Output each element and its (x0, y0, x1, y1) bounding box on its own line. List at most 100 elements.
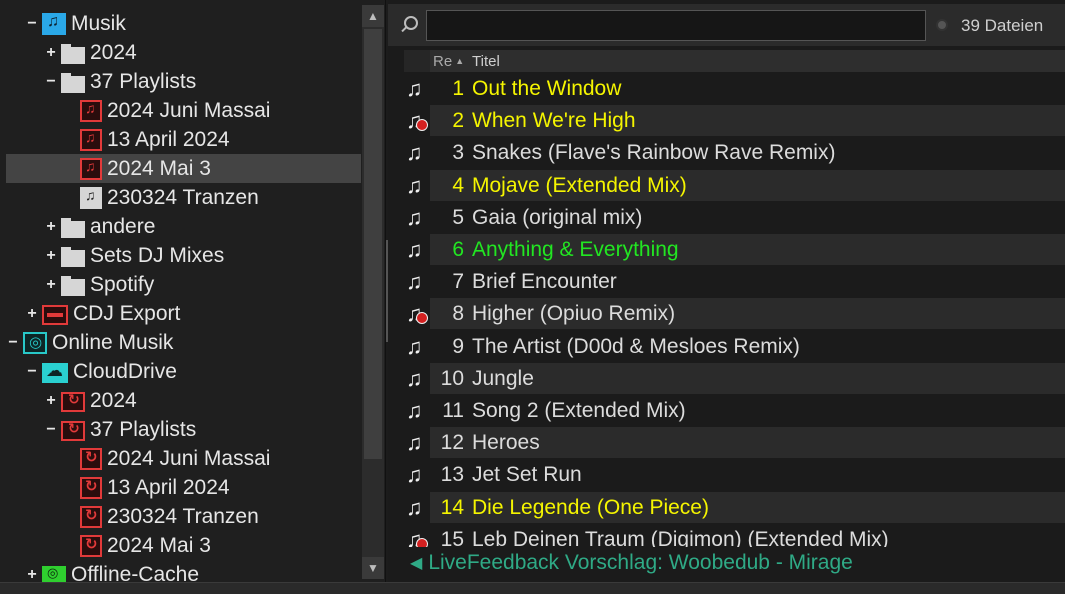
expand-icon[interactable]: + (44, 218, 58, 236)
sync-playlist-icon (80, 534, 102, 557)
track-title: Out the Window (472, 77, 622, 100)
tree-item[interactable]: + CDJ Export (6, 299, 361, 328)
expand-icon[interactable]: + (44, 44, 58, 62)
track-title: Brief Encounter (472, 270, 617, 294)
music-note-icon: ♫ (406, 172, 423, 198)
track-number: 7 (452, 270, 464, 294)
music-note-icon: ♫ (404, 427, 430, 458)
track-row[interactable]: ♫ 6 Anything & Everything (404, 234, 1065, 265)
track-row[interactable]: ♫ 2 When We're High (404, 105, 1065, 137)
expand-icon[interactable]: + (44, 392, 58, 410)
track-row[interactable]: ♫ 3 Snakes (Flave's Rainbow Rave Remix) (404, 137, 1065, 168)
folder-tree: − Musik +2024 − 37 Playlists 2024 Juni Massai… (6, 0, 361, 582)
music-note-icon: ♫ (404, 459, 430, 490)
tree-item[interactable]: − 37 Playlists (6, 415, 361, 444)
track-number: 2 (430, 105, 470, 137)
music-note-icon: ♫ (404, 492, 430, 523)
tree-item-label: 2024 Mai 3 (107, 533, 211, 557)
tree-item[interactable]: − CloudDrive (6, 357, 361, 386)
scrollbar-thumb[interactable] (364, 29, 382, 459)
track-row[interactable]: ♫ 11 Song 2 (Extended Mix) (404, 395, 1065, 426)
tree-item-label: andere (90, 214, 156, 238)
music-note-icon: ♫ (406, 333, 423, 359)
search-input[interactable] (426, 10, 926, 41)
track-title: When We're High (470, 105, 1065, 137)
tree-item-label: 230324 Tranzen (107, 185, 259, 209)
collapse-icon[interactable]: − (25, 363, 39, 381)
track-row[interactable]: ♫ 7 Brief Encounter (404, 266, 1065, 297)
track-row[interactable]: ♫ 15 Leb Deinen Traum (Digimon) (Extended … (404, 524, 1065, 547)
collapse-icon[interactable]: − (25, 15, 39, 33)
online-track-icon: ♫ (404, 298, 430, 329)
music-note-icon: ♫ (406, 140, 423, 166)
folder-tree-panel: − Musik +2024 − 37 Playlists 2024 Juni Massai… (0, 0, 386, 582)
music-note-icon: ♫ (404, 395, 430, 426)
expand-icon[interactable]: + (25, 305, 39, 323)
collapse-icon[interactable]: − (6, 334, 20, 352)
tree-item-label: Spotify (90, 272, 155, 296)
online-globe-icon (416, 312, 428, 325)
track-title: Jungle (470, 362, 1065, 394)
track-number: 11 (442, 399, 464, 422)
tree-item[interactable]: + andere (6, 212, 361, 241)
tree-item[interactable]: 230324 Tranzen (6, 183, 361, 212)
column-header-nr[interactable]: Re ▲ (430, 53, 470, 70)
track-number: 12 (430, 427, 470, 459)
tree-scrollbar[interactable]: ▲ ▼ (362, 5, 384, 579)
tree-item[interactable]: + Sets DJ Mixes (6, 241, 361, 270)
track-row[interactable]: ♫ 13 Jet Set Run (404, 459, 1065, 490)
expand-icon[interactable]: + (44, 276, 58, 294)
tree-item[interactable]: 2024 Mai 3 (6, 531, 361, 560)
track-row[interactable]: ♫ 12 Heroes (404, 427, 1065, 459)
column-header: Re ▲ Titel (404, 50, 1065, 72)
scroll-up-icon[interactable]: ▲ (362, 5, 384, 27)
tree-item[interactable]: +2024 (6, 386, 361, 415)
tree-item[interactable]: +2024 (6, 38, 361, 67)
track-row[interactable]: ♫ 10 Jungle (404, 362, 1065, 394)
music-note-icon: ♫ (406, 204, 423, 230)
tree-item-label: Offline-Cache (71, 562, 200, 583)
tree-item[interactable]: 2024 Juni Massai (6, 96, 361, 125)
tree-item[interactable]: + Spotify (6, 270, 361, 299)
track-title: The Artist (D00d & Mesloes Remix) (472, 334, 800, 358)
tree-item[interactable]: − Online Musik (6, 328, 361, 357)
expand-icon[interactable]: + (25, 566, 39, 583)
tree-item[interactable]: 2024 Juni Massai (6, 444, 361, 473)
scroll-down-icon[interactable]: ▼ (362, 557, 384, 579)
column-header-title[interactable]: Titel (470, 53, 500, 70)
track-row[interactable]: ♫ 5 Gaia (original mix) (404, 202, 1065, 233)
tree-item[interactable]: 230324 Tranzen (6, 502, 361, 531)
track-number: 10 (430, 362, 470, 394)
collapse-icon[interactable]: − (44, 73, 58, 91)
music-note-icon: ♫ (406, 237, 423, 262)
sync-playlist-icon (80, 476, 102, 499)
track-number: 1 (452, 77, 464, 100)
tree-item[interactable]: 13 April 2024 (6, 473, 361, 502)
tree-item[interactable]: − 37 Playlists (6, 67, 361, 96)
search-icon[interactable] (398, 14, 420, 36)
tree-item-label: CDJ Export (73, 301, 181, 325)
expand-icon[interactable]: + (44, 247, 58, 265)
tree-item[interactable]: 2024 Mai 3 (6, 154, 361, 183)
track-row[interactable]: ♫ 1 Out the Window (404, 73, 1065, 104)
sync-playlist-icon (80, 505, 102, 528)
music-note-icon: ♫ (406, 494, 423, 520)
track-title: Higher (Opiuo Remix) (470, 298, 1065, 330)
column-header-icon[interactable] (404, 50, 430, 72)
tree-item[interactable]: + Offline-Cache (6, 560, 361, 582)
track-row[interactable]: ♫ 8 Higher (Opiuo Remix) (404, 298, 1065, 330)
track-row[interactable]: ♫ 14 Die Legende (One Piece) (404, 491, 1065, 523)
track-row[interactable]: ♫ 4 Mojave (Extended Mix) (404, 169, 1065, 201)
music-note-icon: ♫ (404, 73, 430, 104)
track-row[interactable]: ♫ 9 The Artist (D00d & Mesloes Remix) (404, 331, 1065, 362)
music-note-icon: ♫ (404, 363, 430, 394)
offline-cache-icon (42, 565, 66, 582)
tree-item-label: CloudDrive (73, 359, 177, 383)
music-note-icon: ♫ (406, 398, 423, 423)
track-number: 15 (440, 527, 464, 547)
tree-item[interactable]: − Musik (6, 9, 361, 38)
collapse-icon[interactable]: − (44, 421, 58, 439)
tree-item[interactable]: 13 April 2024 (6, 125, 361, 154)
livefeedback-suggestion[interactable]: ◀ LiveFeedback Vorschlag: Woobedub - Mir… (410, 551, 853, 575)
folder-icon (61, 246, 85, 267)
